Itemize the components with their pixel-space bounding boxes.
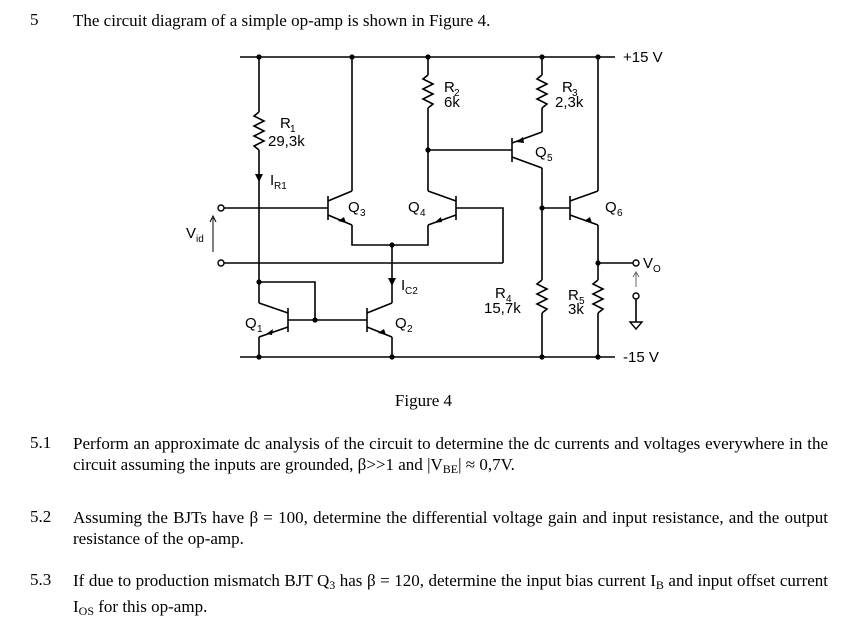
svg-text:C2: C2 [405,286,418,297]
transistor-q1 [258,302,367,338]
svg-text:2: 2 [407,324,413,335]
supply-negative-label: -15 V [623,349,659,366]
svg-text:6: 6 [617,208,623,219]
r1-value: 29,3k [268,133,305,150]
resistor-r3 [535,57,549,132]
subquestion-5-1-text: Perform an approximate dc analysis of th… [73,434,828,476]
r5-value: 3k [568,301,584,318]
input-terminal-positive [217,204,225,212]
ground-terminal [632,292,640,300]
q1-label: Q [245,315,257,332]
resistor-r2 [421,57,435,191]
output-terminal [632,259,640,267]
q4-label: Q [408,199,420,216]
input-terminal-negative [217,259,225,267]
supply-positive-label: +15 V [623,49,663,66]
svg-text:3: 3 [360,208,366,219]
transistor-q4 [427,190,457,226]
figure-caption: Figure 4 [394,391,453,410]
r4-value: 15,7k [484,300,521,317]
subquestion-number: 5.3 [30,570,52,589]
vo-label: V [643,255,653,272]
q2-label: Q [395,315,407,332]
svg-text:5: 5 [547,153,553,164]
resistor-r1 [252,57,266,290]
r3-value: 2,3k [555,94,584,111]
subquestion-number: 5.1 [30,433,52,452]
q6-label: Q [605,199,617,216]
transistor-q2 [366,302,393,338]
transistor-q6 [569,190,599,226]
svg-text:R1: R1 [274,181,287,192]
resistor-r4 [535,279,549,357]
resistor-r5 [591,279,605,357]
vid-label: V [186,225,196,242]
r2-value: 6k [444,94,460,111]
current-arrow-icon [388,278,396,286]
subquestion-5-2-text: Assuming the BJTs have β = 100, determin… [73,508,828,548]
circuit-diagram: +15 V -15 V R 1 29,3k I R1 Q 1 I C2 Q 2 … [186,49,663,366]
q3-label: Q [348,199,360,216]
svg-text:1: 1 [257,324,263,335]
current-arrow-icon [255,174,263,182]
svg-text:id: id [196,234,204,245]
subquestion-5-3-text: If due to production mismatch BJT Q3 has… [73,571,829,618]
subquestion-number: 5.2 [30,507,52,526]
ground-icon [628,321,644,331]
svg-text:4: 4 [420,208,426,219]
svg-text:O: O [653,264,661,275]
q5-label: Q [535,144,547,161]
